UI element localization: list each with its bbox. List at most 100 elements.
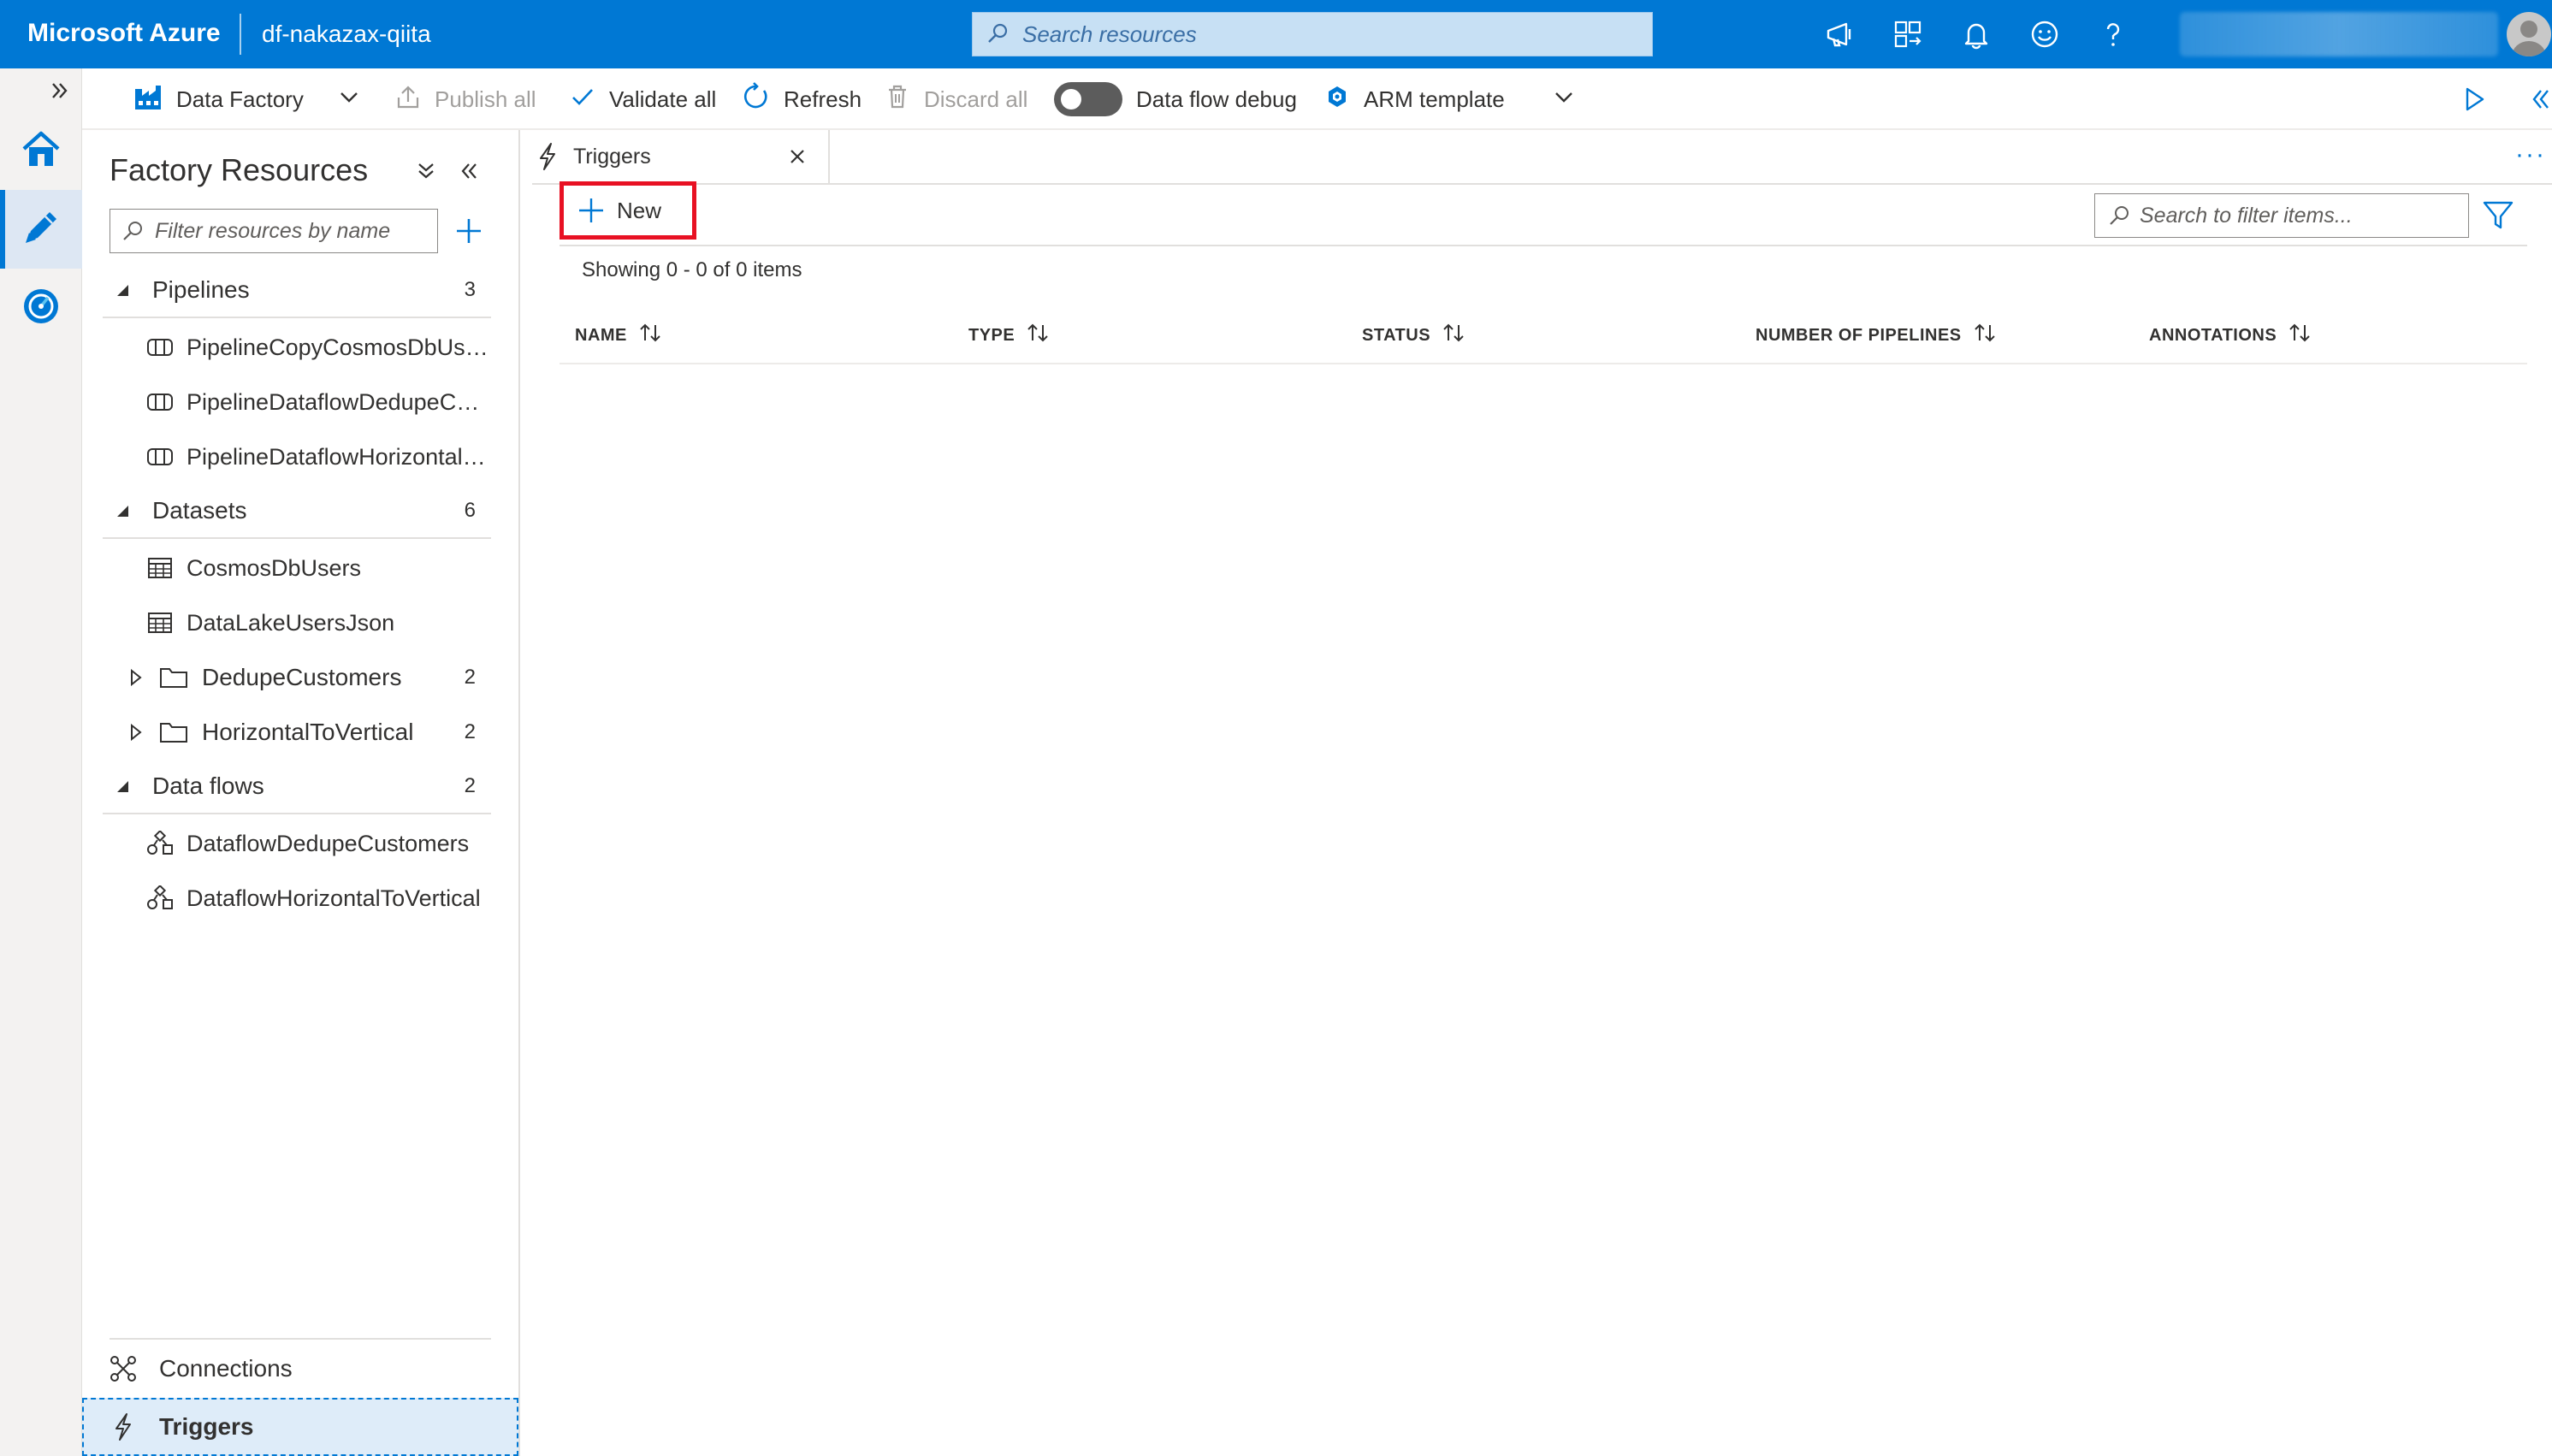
- data-factory-selector[interactable]: Data Factory: [133, 68, 360, 130]
- connections-icon: [108, 1353, 139, 1384]
- sort-arrows-icon: [637, 322, 663, 349]
- table-dataset-icon: [145, 608, 175, 637]
- dataflow-item[interactable]: DataflowHorizontalToVertical: [103, 871, 491, 926]
- rail-author[interactable]: [0, 190, 82, 269]
- column-header-annotations[interactable]: ANNOTATIONS: [2149, 310, 2312, 361]
- sort-arrows-icon: [1025, 322, 1051, 349]
- discard-all-label: Discard all: [924, 86, 1028, 112]
- folder-count: 2: [464, 720, 476, 743]
- refresh-label: Refresh: [784, 86, 862, 112]
- publish-upload-icon: [395, 84, 421, 115]
- factory-resources-panel: Factory Resources Pipelines 3 PipelineCo…: [82, 130, 520, 1456]
- folder-icon: [159, 720, 192, 744]
- resource-filter-input[interactable]: [155, 210, 429, 252]
- rail-monitor[interactable]: [0, 269, 82, 347]
- pipeline-item[interactable]: PipelineCopyCosmosDbUser...: [103, 320, 491, 375]
- connections-nav-item[interactable]: Connections: [82, 1340, 518, 1398]
- factory-command-bar: Data Factory Publish all Validate all Re…: [82, 68, 2552, 130]
- help-question-icon[interactable]: [2094, 15, 2132, 53]
- close-tab-icon[interactable]: [782, 141, 813, 172]
- checkmark-icon: [570, 84, 595, 115]
- rail-home[interactable]: [0, 111, 82, 190]
- search-icon: [121, 220, 145, 248]
- account-info-blurred[interactable]: [2180, 12, 2498, 56]
- pipeline-label: PipelineCopyCosmosDbUser...: [187, 334, 491, 360]
- global-search-input[interactable]: [1022, 13, 1638, 56]
- azure-brand[interactable]: Microsoft Azure: [27, 19, 221, 48]
- section-label: Data flows: [152, 772, 264, 799]
- tab-triggers[interactable]: Triggers: [532, 130, 830, 183]
- search-icon: [985, 21, 1010, 47]
- more-options-icon[interactable]: ···: [2515, 140, 2546, 169]
- refresh-button[interactable]: Refresh: [741, 68, 862, 130]
- factory-icon: [133, 82, 163, 117]
- collapse-all-icon[interactable]: [411, 156, 441, 186]
- table-dataset-icon: [145, 553, 175, 583]
- command-divider: [560, 245, 2527, 246]
- column-header-status[interactable]: STATUS: [1362, 310, 1466, 361]
- new-trigger-button[interactable]: New: [560, 181, 696, 240]
- user-avatar[interactable]: [2507, 12, 2551, 56]
- dataset-item[interactable]: DataLakeUsersJson: [103, 595, 491, 650]
- refresh-icon: [741, 81, 770, 117]
- dataset-folder[interactable]: DedupeCustomers 2: [103, 650, 491, 705]
- monitor-gauge-icon: [19, 284, 63, 333]
- add-resource-button[interactable]: [450, 212, 488, 250]
- factory-name[interactable]: df-nakazax-qiita: [262, 21, 431, 48]
- discard-all-button[interactable]: Discard all: [885, 68, 1027, 130]
- dataset-folder[interactable]: HorizontalToVertical 2: [103, 705, 491, 760]
- data-flow-debug-toggle[interactable]: Data flow debug: [1054, 68, 1297, 130]
- notifications-bell-icon[interactable]: [1957, 15, 1995, 53]
- pipeline-label: PipelineDataflowDedupeCus...: [187, 388, 491, 415]
- folder-label: HorizontalToVertical: [202, 719, 414, 745]
- debug-run-play-icon[interactable]: [2460, 86, 2488, 117]
- collapse-panel-icon[interactable]: [453, 156, 484, 186]
- expand-rail-icon[interactable]: [48, 79, 72, 107]
- column-header-number-of-pipelines[interactable]: NUMBER OF PIPELINES: [1756, 310, 1998, 361]
- lightning-icon: [108, 1412, 139, 1442]
- lightning-icon: [536, 142, 560, 171]
- debug-toggle-switch[interactable]: [1054, 82, 1122, 116]
- resource-filter-box[interactable]: [110, 209, 438, 253]
- feedback-megaphone-icon[interactable]: [1821, 15, 1858, 53]
- folder-icon: [159, 666, 192, 690]
- filter-items-input[interactable]: [2140, 194, 2458, 237]
- brand-separator: [240, 14, 241, 55]
- arm-template-icon: [1324, 84, 1350, 115]
- global-search-box[interactable]: [972, 12, 1653, 56]
- new-trigger-label: New: [617, 197, 662, 223]
- caret-collapsed-icon: [127, 669, 145, 686]
- folder-count: 2: [464, 666, 476, 689]
- column-header-type[interactable]: TYPE: [968, 310, 1051, 361]
- pipeline-item[interactable]: PipelineDataflowDedupeCus...: [103, 375, 491, 429]
- azure-top-bar: Microsoft Azure df-nakazax-qiita: [0, 0, 2552, 68]
- section-pipelines[interactable]: Pipelines 3: [103, 263, 491, 318]
- folder-label: DedupeCustomers: [202, 664, 402, 690]
- plus-icon: [577, 197, 605, 224]
- data-flow-debug-label: Data flow debug: [1136, 86, 1297, 112]
- data-factory-label: Data Factory: [176, 86, 304, 112]
- dataflow-label: DataflowDedupeCustomers: [187, 830, 470, 856]
- dataflow-item[interactable]: DataflowDedupeCustomers: [103, 816, 491, 871]
- arm-template-menu[interactable]: ARM template: [1324, 68, 1575, 130]
- caret-collapsed-icon: [127, 724, 145, 741]
- section-label: Datasets: [152, 497, 247, 524]
- filter-funnel-icon[interactable]: [2479, 197, 2517, 234]
- column-label: ANNOTATIONS: [2149, 325, 2277, 345]
- column-header-name[interactable]: NAME: [575, 310, 663, 361]
- publish-all-button[interactable]: Publish all: [395, 68, 536, 130]
- collapse-properties-icon[interactable]: [2525, 86, 2552, 117]
- directory-switch-icon[interactable]: [1889, 15, 1927, 53]
- section-data-flows[interactable]: Data flows 2: [103, 760, 491, 814]
- filter-items-search[interactable]: [2094, 193, 2469, 238]
- pipeline-item[interactable]: PipelineDataflowHorizontalT...: [103, 429, 491, 484]
- pipeline-label: PipelineDataflowHorizontalT...: [187, 443, 491, 470]
- section-datasets[interactable]: Datasets 6: [103, 484, 491, 539]
- section-count: 6: [464, 499, 476, 522]
- smiley-feedback-icon[interactable]: [2026, 15, 2064, 53]
- column-label: NAME: [575, 325, 627, 345]
- triggers-nav-item[interactable]: Triggers: [82, 1398, 518, 1456]
- chevron-down-icon: [338, 86, 360, 114]
- validate-all-button[interactable]: Validate all: [570, 68, 716, 130]
- dataset-item[interactable]: CosmosDbUsers: [103, 541, 491, 595]
